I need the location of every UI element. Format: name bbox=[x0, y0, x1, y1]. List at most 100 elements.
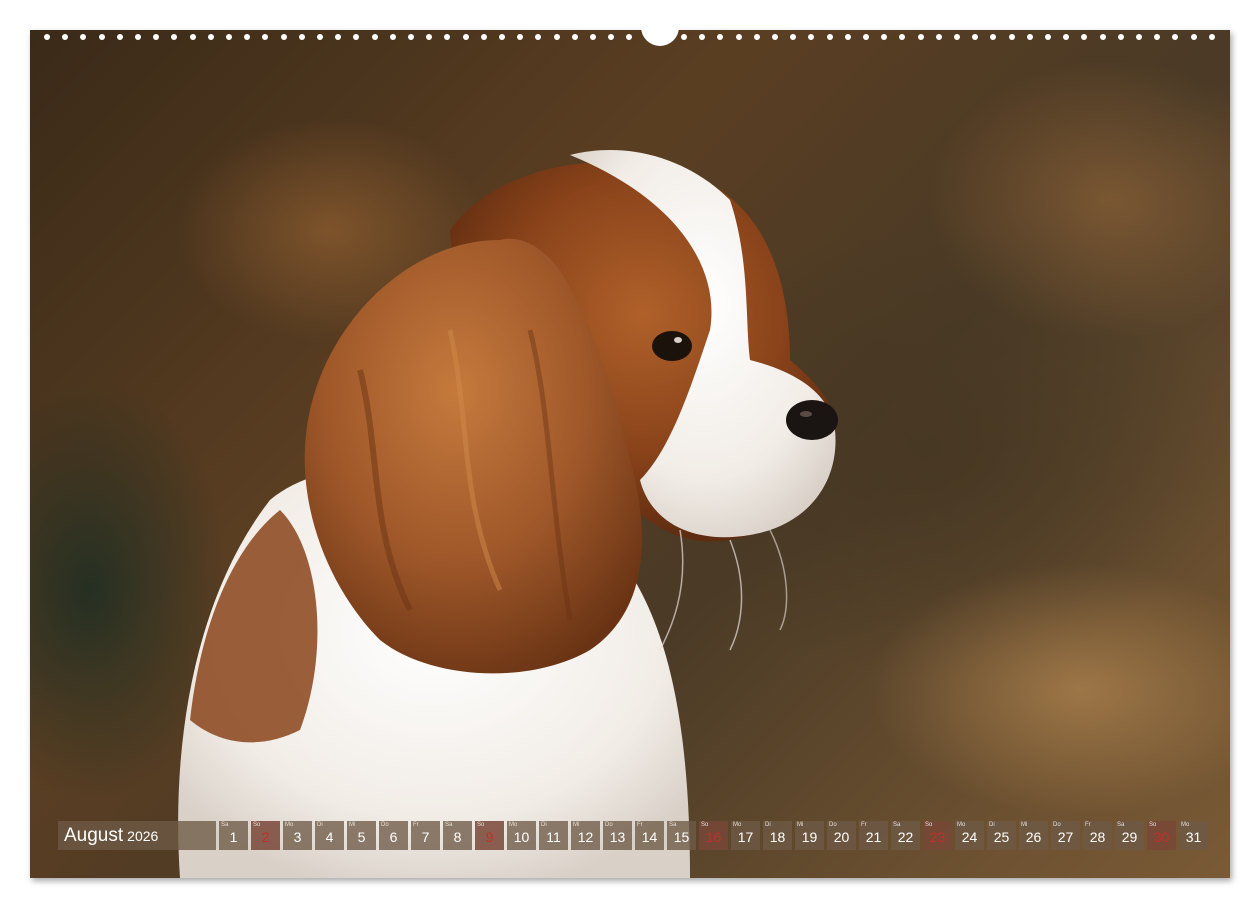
day-number: 20 bbox=[833, 829, 850, 845]
binding-hole bbox=[1136, 34, 1142, 40]
binding-hole bbox=[426, 34, 433, 40]
binding-hole bbox=[1190, 34, 1197, 40]
binding-hole bbox=[171, 34, 178, 40]
binding-hole bbox=[535, 34, 542, 40]
calendar-strip: August 2026 Sa 1 So 2 Mo 3 Di 4 Mi 5 Do 6 Fr 7 Sa 8 So 9 M… bbox=[58, 821, 1208, 850]
binding-hole bbox=[735, 34, 742, 40]
day-cell: Mo 3 bbox=[283, 821, 312, 850]
day-cell: Mo 17 bbox=[731, 821, 760, 850]
binding-hole bbox=[298, 34, 305, 40]
binding-hole bbox=[1172, 34, 1179, 40]
day-of-week: Di bbox=[317, 822, 323, 828]
day-number: 13 bbox=[609, 829, 626, 845]
day-number: 7 bbox=[421, 829, 430, 845]
day-number: 14 bbox=[641, 829, 658, 845]
day-of-week: So bbox=[1149, 822, 1157, 828]
day-cell: Fr 28 bbox=[1083, 821, 1112, 850]
day-cell: Mo 24 bbox=[955, 821, 984, 850]
binding-hole bbox=[116, 34, 123, 40]
binding-hole bbox=[517, 34, 524, 40]
binding-hole bbox=[335, 34, 342, 40]
day-of-week: Fr bbox=[1085, 822, 1091, 828]
day-number: 12 bbox=[577, 829, 594, 845]
month-name: August bbox=[64, 824, 124, 846]
day-of-week: Mi bbox=[349, 822, 356, 828]
binding-hole bbox=[808, 34, 815, 40]
binding-hole bbox=[972, 34, 979, 40]
binding-hole bbox=[244, 34, 251, 40]
binding-hole bbox=[353, 34, 360, 40]
day-number: 6 bbox=[389, 829, 398, 845]
dog-eye bbox=[652, 331, 692, 361]
binding-hole bbox=[954, 34, 960, 40]
day-cell: Di 25 bbox=[987, 821, 1016, 850]
month-label: August 2026 bbox=[58, 821, 216, 850]
day-number: 23 bbox=[929, 829, 946, 845]
day-number: 29 bbox=[1121, 829, 1138, 845]
day-number: 3 bbox=[293, 829, 302, 845]
day-of-week: Mi bbox=[797, 822, 804, 828]
binding-hole bbox=[772, 34, 778, 40]
binding-hole bbox=[408, 34, 414, 40]
binding-hole bbox=[863, 34, 869, 40]
binding-hole bbox=[462, 34, 469, 40]
day-of-week: Do bbox=[381, 822, 389, 828]
binding-hole bbox=[790, 34, 797, 40]
day-number: 11 bbox=[546, 829, 561, 845]
binding-hole bbox=[189, 34, 196, 40]
binding-hole bbox=[98, 34, 105, 40]
day-number: 26 bbox=[1025, 829, 1042, 845]
day-number: 18 bbox=[769, 829, 786, 845]
day-cell: Do 13 bbox=[603, 821, 632, 850]
day-cell: Mi 19 bbox=[795, 821, 824, 850]
binding-hole bbox=[389, 34, 396, 40]
dog-photo bbox=[30, 30, 1230, 878]
day-number: 27 bbox=[1057, 829, 1074, 845]
day-cell: Fr 21 bbox=[859, 821, 888, 850]
day-of-week: Fr bbox=[413, 822, 419, 828]
day-number: 8 bbox=[453, 829, 462, 845]
binding-hole bbox=[1063, 34, 1070, 40]
day-number: 4 bbox=[325, 829, 334, 845]
day-of-week: So bbox=[701, 822, 709, 828]
binding-hole bbox=[317, 34, 323, 40]
binding-hole bbox=[1117, 34, 1124, 40]
day-number: 30 bbox=[1153, 829, 1170, 845]
dog-illustration bbox=[178, 150, 838, 878]
day-number: 5 bbox=[357, 829, 366, 845]
binding-hole bbox=[207, 34, 214, 40]
binding-hole bbox=[917, 34, 924, 40]
binding-hole bbox=[571, 34, 578, 40]
binding-hole bbox=[1008, 34, 1015, 40]
binding-hole bbox=[990, 34, 997, 40]
day-of-week: Sa bbox=[445, 822, 453, 828]
day-cell: So 16 bbox=[699, 821, 728, 850]
day-of-week: Sa bbox=[221, 822, 229, 828]
binding-hole bbox=[899, 34, 906, 40]
day-number: 10 bbox=[513, 829, 530, 845]
day-of-week: So bbox=[253, 822, 261, 828]
binding-hole bbox=[262, 34, 269, 40]
hanger-notch bbox=[641, 22, 679, 46]
day-of-week: Mo bbox=[957, 822, 966, 828]
binding-hole bbox=[499, 34, 505, 40]
binding-hole bbox=[444, 34, 451, 40]
day-number: 28 bbox=[1089, 829, 1106, 845]
day-cell: Do 27 bbox=[1051, 821, 1080, 850]
day-number: 22 bbox=[897, 829, 914, 845]
day-of-week: Fr bbox=[637, 822, 643, 828]
day-of-week: Sa bbox=[1117, 822, 1125, 828]
day-of-week: Mo bbox=[733, 822, 742, 828]
day-of-week: Sa bbox=[669, 822, 677, 828]
day-cell: Mo 31 bbox=[1179, 821, 1208, 850]
binding-hole bbox=[935, 34, 942, 40]
binding-hole bbox=[226, 34, 232, 40]
binding-hole bbox=[662, 34, 669, 40]
day-cell: Di 11 bbox=[539, 821, 568, 850]
day-cell: So 2 bbox=[251, 821, 280, 850]
day-number: 21 bbox=[865, 829, 882, 845]
day-number: 1 bbox=[229, 829, 238, 845]
binding-hole bbox=[681, 34, 687, 40]
day-number: 9 bbox=[485, 829, 494, 845]
day-of-week: Do bbox=[605, 822, 613, 828]
